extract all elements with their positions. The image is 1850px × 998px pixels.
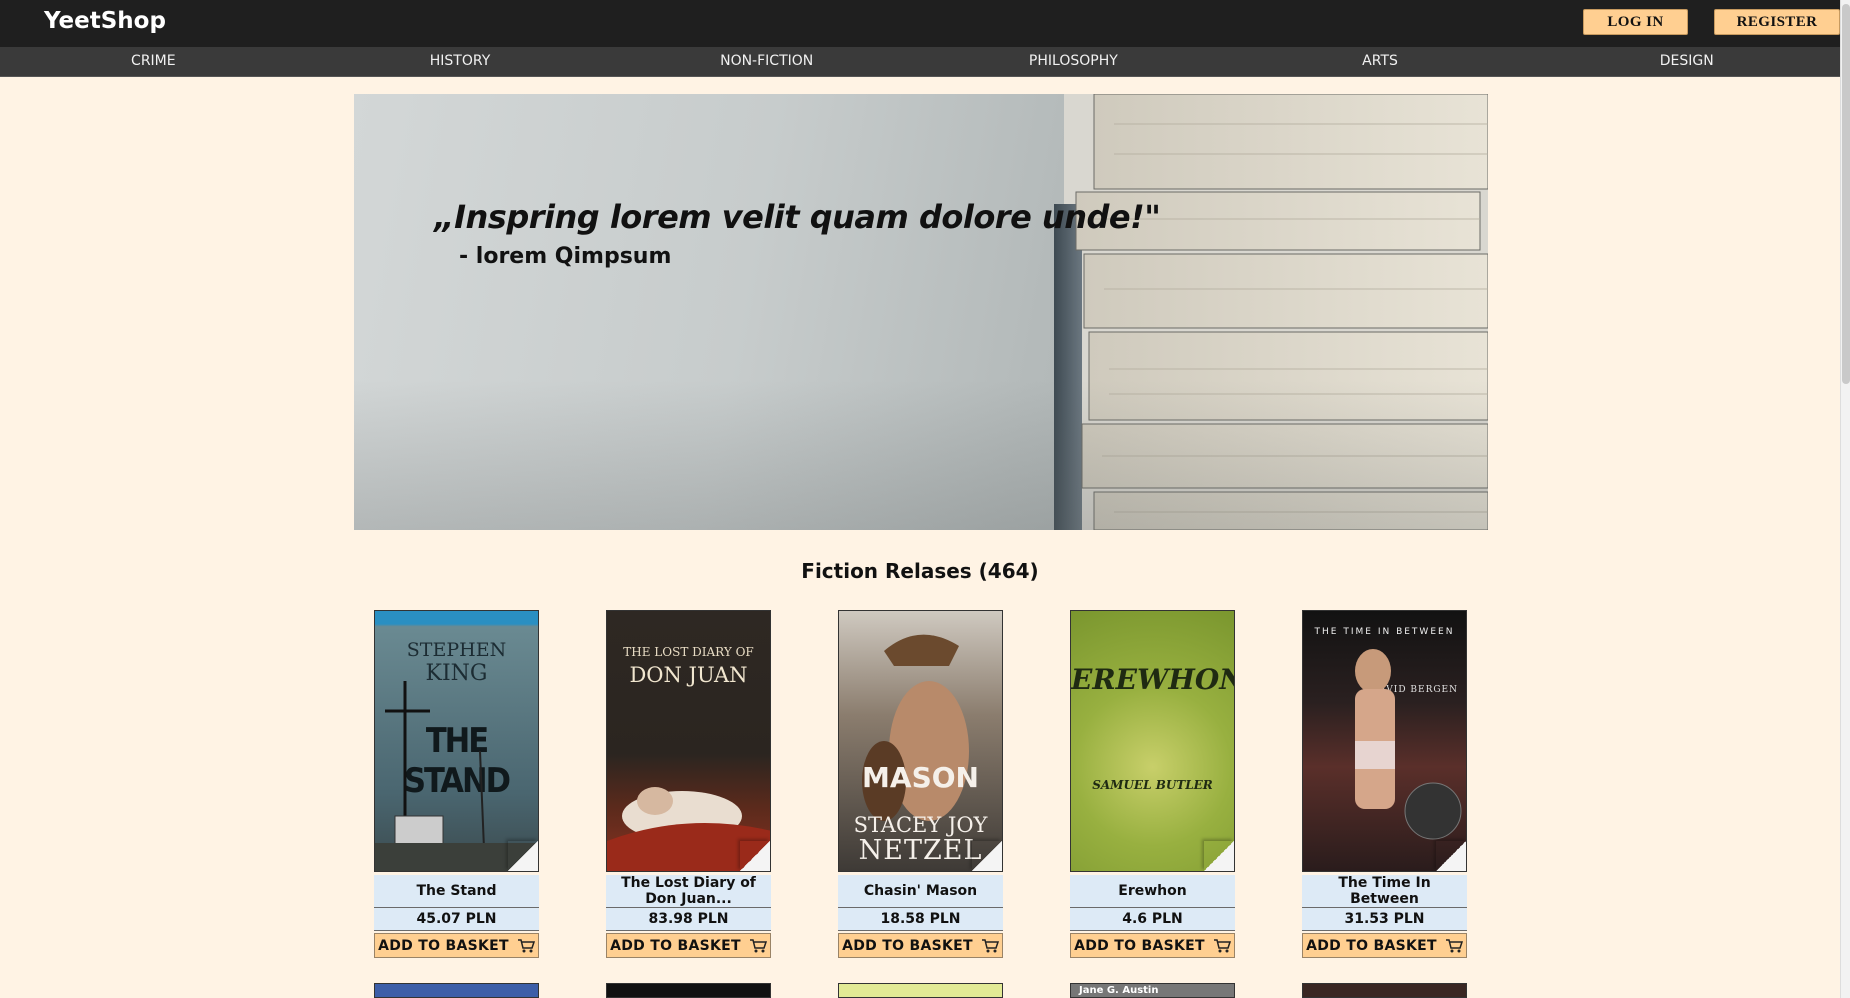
cart-icon — [981, 938, 999, 952]
cart-icon — [749, 938, 767, 952]
page-curl — [1204, 841, 1234, 871]
section-title: Fiction Relases (464) — [801, 559, 1039, 583]
top-navbar: YeetShop LOG IN REGISTER — [0, 0, 1840, 47]
category-design[interactable]: DESIGN — [1533, 47, 1840, 76]
book-title[interactable]: The Stand — [374, 875, 539, 908]
cart-icon — [1213, 938, 1231, 952]
book-card: EREWHON SAMUEL BUTLER Erewhon 4.6 PLN AD… — [1070, 610, 1235, 958]
page-scrollbar[interactable] — [1840, 0, 1850, 998]
book-title[interactable]: Erewhon — [1070, 875, 1235, 908]
cart-icon — [1445, 938, 1463, 952]
cover-text: EREWHON — [1071, 663, 1235, 696]
cover-art — [1355, 649, 1462, 840]
book-title[interactable]: The Time In Between — [1302, 875, 1467, 908]
book-title[interactable]: Chasin' Mason — [838, 875, 1003, 908]
hero-banner: „Inspring lorem velit quam dolore unde!"… — [354, 94, 1488, 530]
category-history[interactable]: HISTORY — [307, 47, 614, 76]
book-cover[interactable]: THE TIME IN BETWEEN DAVID BERGEN — [1302, 610, 1467, 872]
book-cover-partial[interactable]: Jane G. Austin — [1070, 983, 1235, 998]
book-cover-partial[interactable] — [838, 983, 1003, 998]
book-card: THE TIME IN BETWEEN DAVID BERGEN The Tim… — [1302, 610, 1467, 958]
add-to-basket-label: ADD TO BASKET — [1074, 937, 1205, 954]
book-cover-partial[interactable] — [606, 983, 771, 998]
cover-text: STACEY JOY — [853, 813, 988, 837]
book-price: 18.58 PLN — [838, 908, 1003, 931]
add-to-basket-button[interactable]: ADD TO BASKET — [374, 933, 539, 958]
book-card: STEPHEN KING THE STAND The Stand 45.07 P… — [374, 610, 539, 958]
book-card: MASON STACEY JOY NETZEL Chasin' Mason 18… — [838, 610, 1003, 958]
register-button[interactable]: REGISTER — [1714, 9, 1840, 35]
book-cover[interactable]: MASON STACEY JOY NETZEL — [838, 610, 1003, 872]
add-to-basket-label: ADD TO BASKET — [1306, 937, 1437, 954]
book-price: 4.6 PLN — [1070, 908, 1235, 931]
add-to-basket-button[interactable]: ADD TO BASKET — [606, 933, 771, 958]
add-to-basket-button[interactable]: ADD TO BASKET — [838, 933, 1003, 958]
category-non-fiction[interactable]: NON-FICTION — [613, 47, 920, 76]
book-title[interactable]: The Lost Diary of Don Juan... — [606, 875, 771, 908]
cover-art — [375, 681, 538, 871]
add-to-basket-label: ADD TO BASKET — [842, 937, 973, 954]
book-price: 45.07 PLN — [374, 908, 539, 931]
scrollbar-thumb[interactable] — [1842, 4, 1850, 384]
cover-art — [607, 787, 770, 871]
category-crime[interactable]: CRIME — [0, 47, 307, 76]
cover-text: Jane G. Austin — [1079, 985, 1159, 996]
add-to-basket-label: ADD TO BASKET — [610, 937, 741, 954]
book-cover-partial[interactable] — [374, 983, 539, 998]
page-curl — [508, 841, 538, 871]
add-to-basket-button[interactable]: ADD TO BASKET — [1070, 933, 1235, 958]
category-arts[interactable]: ARTS — [1227, 47, 1534, 76]
cover-text: SAMUEL BUTLER — [1092, 778, 1213, 792]
page-curl — [972, 841, 1002, 871]
book-cover[interactable]: THE LOST DIARY OF DON JUAN — [606, 610, 771, 872]
book-cover[interactable]: STEPHEN KING THE STAND — [374, 610, 539, 872]
cover-text: MASON — [862, 761, 979, 794]
book-card: THE LOST DIARY OF DON JUAN The Lost Diar… — [606, 610, 771, 958]
hero-shadow — [354, 380, 1488, 530]
page-curl — [1436, 841, 1466, 871]
book-price: 31.53 PLN — [1302, 908, 1467, 931]
book-cover[interactable]: EREWHON SAMUEL BUTLER — [1070, 610, 1235, 872]
site-logo[interactable]: YeetShop — [44, 8, 166, 34]
login-button[interactable]: LOG IN — [1583, 9, 1688, 35]
category-philosophy[interactable]: PHILOSOPHY — [920, 47, 1227, 76]
book-cover-partial[interactable] — [1302, 983, 1467, 998]
book-price: 83.98 PLN — [606, 908, 771, 931]
category-navbar: CRIME HISTORY NON-FICTION PHILOSOPHY ART… — [0, 47, 1840, 77]
page-curl — [740, 841, 770, 871]
add-to-basket-button[interactable]: ADD TO BASKET — [1302, 933, 1467, 958]
cart-icon — [517, 938, 535, 952]
hero-quote-author: - lorem Qimpsum — [459, 244, 672, 269]
hero-quote: „Inspring lorem velit quam dolore unde!" — [434, 198, 1161, 236]
add-to-basket-label: ADD TO BASKET — [378, 937, 509, 954]
